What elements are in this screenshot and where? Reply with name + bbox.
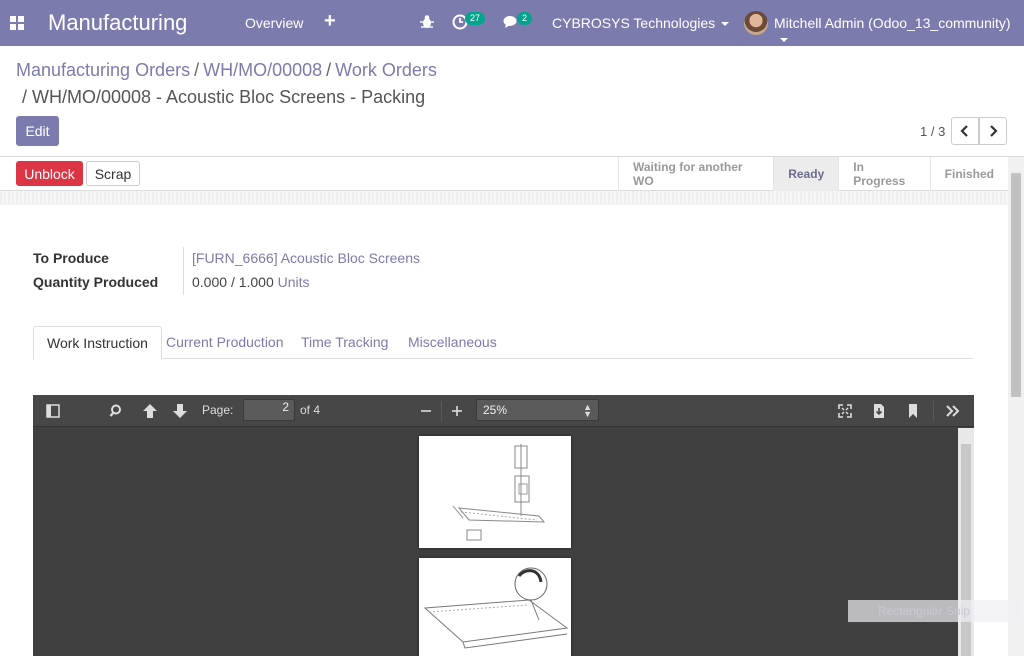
tab-current-production[interactable]: Current Production <box>153 326 297 359</box>
zoom-select[interactable]: 25% ▲ ▼ <box>476 399 599 421</box>
fullscreen-icon[interactable] <box>837 403 853 419</box>
breadcrumb-work-orders[interactable]: Work Orders <box>335 60 437 80</box>
pdf-page-thumbnail[interactable] <box>419 436 571 548</box>
sheet-background <box>0 191 1008 205</box>
to-produce-label: To Produce <box>33 250 109 266</box>
select-caret-icon: ▲ ▼ <box>583 402 592 419</box>
field-divider <box>183 247 184 295</box>
stage-pipeline: Waiting for another WO Ready In Progress… <box>618 157 1008 191</box>
add-menu-icon[interactable]: + <box>324 10 336 33</box>
zoom-out-icon[interactable] <box>418 403 434 419</box>
page-scrollbar-thumb[interactable] <box>1011 173 1021 397</box>
scrap-button[interactable]: Scrap <box>86 161 140 186</box>
next-page-icon[interactable] <box>172 403 188 419</box>
stage-waiting[interactable]: Waiting for another WO <box>618 157 773 191</box>
page-number-input[interactable]: 2 <box>243 399 295 421</box>
quantity-produced-label: Quantity Produced <box>33 274 159 290</box>
stage-finished[interactable]: Finished <box>929 157 1008 191</box>
page-scrollbar[interactable] <box>1008 157 1024 656</box>
snip-tooltip: Rectangular Snip <box>848 600 1020 622</box>
company-switcher[interactable]: CYBROSYS Technologies <box>552 15 730 31</box>
stage-ready[interactable]: Ready <box>773 157 839 191</box>
pdf-viewer: Page: 2 of 4 25% ▲ ▼ <box>33 395 974 656</box>
pdf-toolbar: Page: 2 of 4 25% ▲ ▼ <box>33 395 974 427</box>
chevron-right-icon <box>990 125 998 137</box>
user-menu[interactable]: Mitchell Admin (Odoo_13_community) <box>774 15 1024 47</box>
messages-count-badge: 2 <box>517 12 533 25</box>
chevron-down-icon <box>721 22 730 27</box>
overview-menu[interactable]: Overview <box>245 15 303 31</box>
qty-unit-link[interactable]: Units <box>278 274 310 290</box>
download-icon[interactable] <box>871 403 887 419</box>
notebook-tabs: Work Instruction Current Production Time… <box>33 326 973 360</box>
breadcrumb-separator: / <box>326 60 332 80</box>
pager-value[interactable]: 1 / 3 <box>920 124 945 139</box>
tab-time-tracking[interactable]: Time Tracking <box>288 326 401 359</box>
unblock-button[interactable]: Unblock <box>16 161 83 186</box>
apps-menu-icon[interactable] <box>10 16 24 30</box>
assembly-drawing-image <box>452 444 546 541</box>
edit-button[interactable]: Edit <box>16 116 59 146</box>
assembly-drawing-image <box>423 567 569 649</box>
page-label: Page: <box>202 403 234 417</box>
stage-in-progress[interactable]: In Progress <box>838 157 929 191</box>
top-navbar: Manufacturing Overview + 27 2 CYBROSYS T… <box>0 0 1024 46</box>
search-icon[interactable] <box>109 403 125 419</box>
zoom-value: 25% <box>483 403 508 417</box>
bookmark-icon[interactable] <box>905 403 921 419</box>
form-statusbar: Unblock Scrap Waiting for another WO Rea… <box>0 157 1008 191</box>
qty-produced: 0.000 <box>192 274 228 290</box>
quantity-produced-value: 0.000 / 1.000 Units <box>192 274 310 290</box>
breadcrumb: Manufacturing Orders / WH/MO/00008/Work Or… <box>16 60 536 80</box>
breadcrumb-mo[interactable]: WH/MO/00008 <box>203 60 322 80</box>
sidebar-toggle-icon[interactable] <box>45 403 61 419</box>
user-name: Mitchell Admin (Odoo_13_community) <box>774 15 1011 31</box>
zoom-in-icon[interactable] <box>449 403 465 419</box>
chevron-down-icon <box>780 38 788 43</box>
company-name: CYBROSYS Technologies <box>552 15 716 31</box>
breadcrumb-manufacturing-orders[interactable]: Manufacturing Orders <box>16 60 190 80</box>
tools-menu-icon[interactable] <box>945 403 961 419</box>
app-name[interactable]: Manufacturing <box>48 10 187 36</box>
breadcrumb-current: / WH/MO/00008 - Acoustic Bloc Screens - … <box>22 87 426 107</box>
pdf-page-thumbnail[interactable] <box>419 558 571 656</box>
user-avatar[interactable] <box>744 11 768 35</box>
toolbar-separator <box>441 401 442 421</box>
pdf-scrollbar-thumb[interactable] <box>961 444 971 656</box>
qty-total: 1.000 <box>238 274 274 290</box>
toolbar-separator <box>933 401 934 421</box>
to-produce-link[interactable]: [FURN_6666] Acoustic Bloc Screens <box>192 250 420 266</box>
pdf-pages-area[interactable] <box>33 428 958 656</box>
tab-work-instruction[interactable]: Work Instruction <box>33 326 162 360</box>
chevron-left-icon <box>960 125 968 137</box>
pager-previous-button[interactable] <box>951 117 979 145</box>
breadcrumb-separator: / <box>194 60 200 80</box>
page-count: of 4 <box>300 403 321 417</box>
tab-miscellaneous[interactable]: Miscellaneous <box>395 326 510 359</box>
previous-page-icon[interactable] <box>142 403 158 419</box>
bug-icon[interactable] <box>420 14 434 30</box>
activity-count-badge: 27 <box>465 12 486 25</box>
pager-next-button[interactable] <box>979 117 1007 145</box>
qty-separator: / <box>230 274 235 290</box>
